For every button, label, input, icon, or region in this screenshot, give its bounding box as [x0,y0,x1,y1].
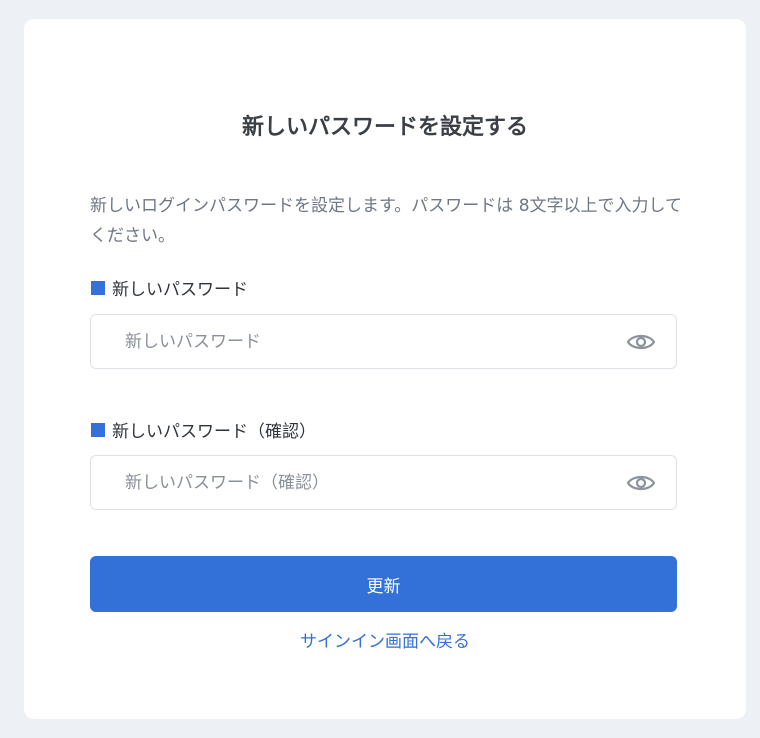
page-description: 新しいログインパスワードを設定します。パスワードは 8文字以上で入力してください… [90,196,683,246]
label-marker-square [91,280,105,295]
confirm-password-input[interactable] [91,456,611,509]
eye-icon[interactable] [626,328,656,356]
confirm-password-label: 新しいパスワード（確認） [112,422,316,442]
page-title: 新しいパスワードを設定する [241,115,528,140]
new-password-label: 新しいパスワード [112,280,248,300]
confirm-password-field-wrapper [90,455,677,510]
new-password-field-wrapper [90,314,677,369]
confirm-password-label-row: 新しいパスワード（確認） [91,417,316,442]
back-to-signin-link[interactable]: サインイン画面へ戻る [24,627,746,652]
new-password-input[interactable] [91,315,611,368]
label-marker-square [91,422,105,437]
new-password-label-row: 新しいパスワード [91,275,248,300]
eye-icon[interactable] [626,469,656,497]
update-button[interactable]: 更新 [90,556,677,612]
password-reset-card: 新しいパスワードを設定する 新しいログインパスワードを設定します。パスワードは … [24,19,746,719]
